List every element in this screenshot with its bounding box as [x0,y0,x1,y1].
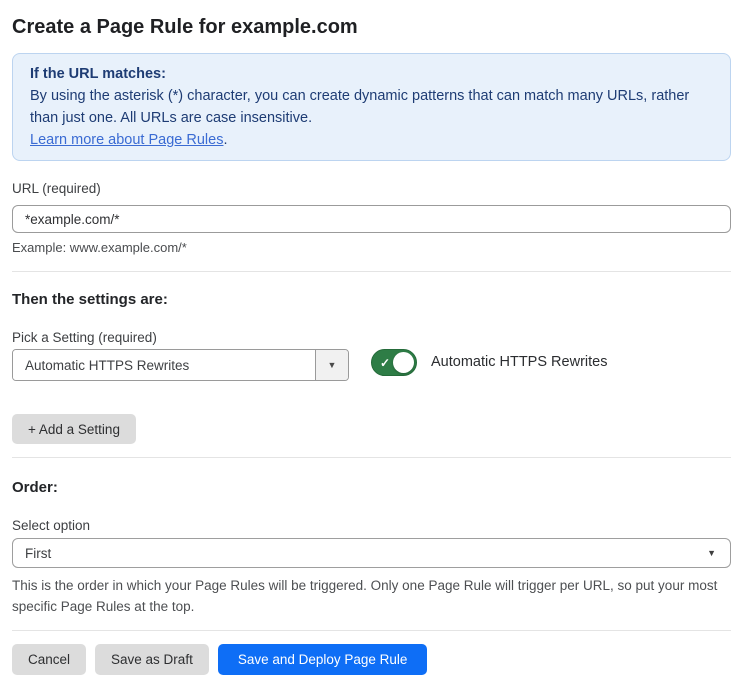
settings-section-heading: Then the settings are: [12,291,168,308]
save-draft-button[interactable]: Save as Draft [95,644,209,675]
order-select-value: First [25,545,52,561]
dropdown-arrow-icon[interactable]: ▼ [315,350,348,380]
setting-select-value: Automatic HTTPS Rewrites [13,350,315,380]
banner-body-text: By using the asterisk (*) character, you… [30,88,690,126]
add-setting-button[interactable]: + Add a Setting [12,414,136,444]
checkmark-icon: ✓ [380,355,391,370]
url-example-helper: Example: www.example.com/* [12,240,187,255]
chevron-down-icon: ▼ [707,548,716,558]
toggle-label: Automatic HTTPS Rewrites [431,354,608,370]
order-helper-text: This is the order in which your Page Rul… [12,578,718,614]
url-match-info-banner: If the URL matches: By using the asteris… [12,53,731,161]
link-suffix: . [223,132,228,148]
https-rewrites-toggle[interactable]: ✓ [371,349,417,376]
footer-actions: Cancel Save as Draft Save and Deploy Pag… [12,644,731,675]
order-select-label: Select option [12,518,91,533]
url-field-label: URL (required) [12,181,101,196]
banner-heading: If the URL matches: [30,66,166,82]
divider [12,630,731,631]
setting-toggle-wrap: ✓ Automatic HTTPS Rewrites [371,349,607,376]
pick-setting-label: Pick a Setting (required) [12,330,157,345]
url-input[interactable] [12,205,731,233]
save-deploy-button[interactable]: Save and Deploy Page Rule [217,644,428,675]
page-title: Create a Page Rule for example.com [12,16,358,38]
setting-row: Automatic HTTPS Rewrites ▼ ✓ Automatic H… [12,349,731,381]
order-section-heading: Order: [12,479,58,496]
learn-more-link[interactable]: Learn more about Page Rules [30,132,223,148]
cancel-button[interactable]: Cancel [12,644,87,675]
toggle-knob [393,352,414,373]
setting-select[interactable]: Automatic HTTPS Rewrites ▼ [12,349,349,381]
divider [12,457,731,458]
banner-link-line: Learn more about Page Rules. [30,129,713,151]
divider [12,271,731,272]
order-select[interactable]: First ▼ [12,538,731,568]
